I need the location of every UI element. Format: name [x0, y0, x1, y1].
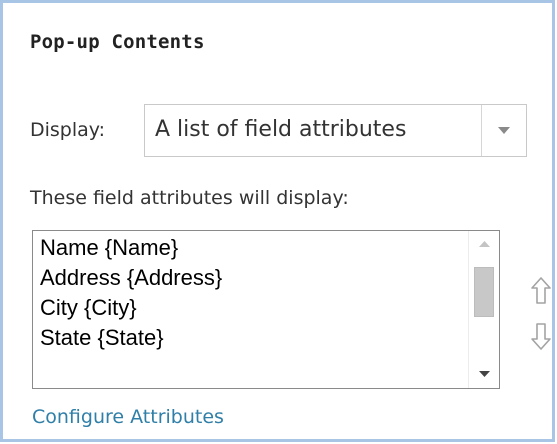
display-select-value: A list of field attributes: [155, 117, 407, 142]
configure-attributes-link[interactable]: Configure Attributes: [32, 406, 224, 428]
arrow-up-outline-icon: [531, 277, 551, 304]
arrow-down-outline-icon: [531, 323, 551, 350]
move-up-button[interactable]: [530, 276, 552, 306]
scroll-up-arrow-icon: [479, 241, 490, 247]
move-down-button[interactable]: [530, 321, 552, 351]
display-label: Display:: [30, 119, 106, 141]
list-item[interactable]: State {State}: [40, 323, 465, 353]
field-attributes-listbox[interactable]: Name {Name} Address {Address} City {City…: [32, 230, 500, 389]
display-select[interactable]: A list of field attributes: [144, 104, 527, 157]
scroll-down-arrow-icon: [479, 371, 490, 377]
fields-label: These field attributes will display:: [30, 187, 349, 209]
panel-title: Pop-up Contents: [30, 31, 205, 53]
scroll-thumb[interactable]: [474, 267, 494, 317]
list-item[interactable]: City {City}: [40, 293, 465, 323]
popup-contents-panel: Pop-up Contents Display: A list of field…: [0, 0, 555, 442]
dropdown-arrow-button[interactable]: [482, 105, 526, 156]
field-attributes-list: Name {Name} Address {Address} City {City…: [40, 233, 465, 353]
scroll-up-button[interactable]: [469, 231, 499, 257]
list-item[interactable]: Name {Name}: [40, 233, 465, 263]
list-item[interactable]: Address {Address}: [40, 263, 465, 293]
scroll-down-button[interactable]: [469, 362, 499, 388]
listbox-scrollbar[interactable]: [468, 231, 499, 388]
chevron-down-icon: [498, 127, 510, 134]
